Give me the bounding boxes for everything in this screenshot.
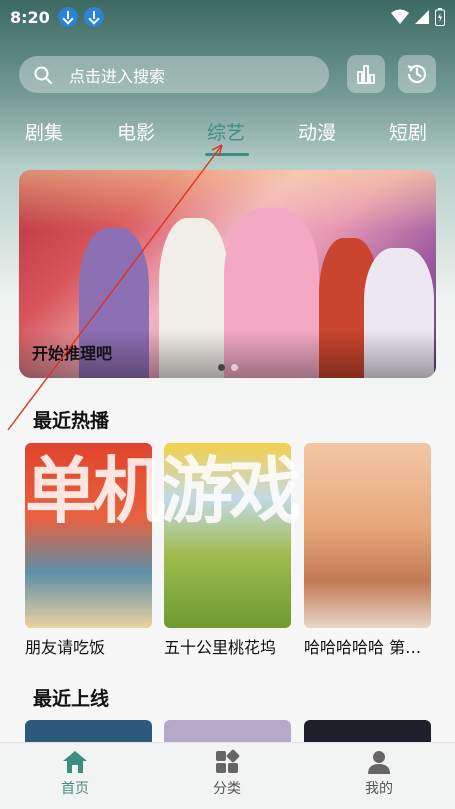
annotation-arrow bbox=[7, 144, 223, 431]
nav-home[interactable]: 首页 bbox=[35, 749, 115, 798]
home-icon bbox=[63, 751, 87, 773]
nav-home-label: 首页 bbox=[61, 781, 89, 797]
profile-icon bbox=[368, 751, 390, 774]
nav-profile-label: 我的 bbox=[365, 781, 393, 797]
bottom-navigation: 首页 分类 我的 bbox=[0, 742, 455, 809]
nav-category-label: 分类 bbox=[213, 781, 241, 797]
nav-profile[interactable]: 我的 bbox=[339, 749, 419, 798]
category-icon bbox=[216, 749, 240, 773]
nav-category[interactable]: 分类 bbox=[187, 749, 267, 798]
